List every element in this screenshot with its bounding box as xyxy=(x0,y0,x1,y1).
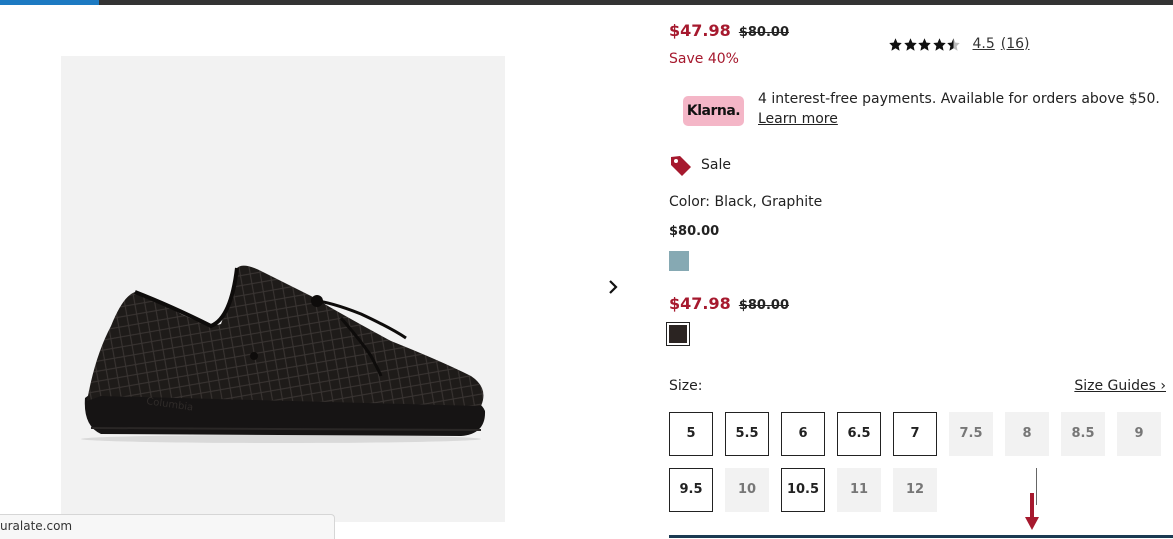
product-image-panel[interactable]: Columbia xyxy=(61,56,505,522)
star-icon xyxy=(889,37,902,51)
size-option[interactable]: 12 xyxy=(893,468,937,512)
variant-sale-price: $47.98 xyxy=(669,294,731,313)
size-option[interactable]: 7 xyxy=(893,412,937,456)
selected-color: Color: Black, Graphite xyxy=(669,194,823,210)
status-bar-url: uralate.com xyxy=(0,514,335,539)
half-star-icon xyxy=(947,37,960,51)
star-icon xyxy=(918,37,931,51)
price-block: $47.98 $80.00 xyxy=(669,21,789,40)
size-label: Size: xyxy=(669,378,703,394)
star-icon xyxy=(903,37,917,51)
variant-price: $80.00 xyxy=(669,224,720,239)
size-option[interactable]: 6.5 xyxy=(837,412,881,456)
size-guides-link[interactable]: Size Guides › xyxy=(1074,378,1166,394)
size-option[interactable]: 10 xyxy=(725,468,769,512)
size-option[interactable]: 10.5 xyxy=(781,468,825,512)
scroll-down-arrow-icon xyxy=(1025,493,1039,530)
sale-label: Sale xyxy=(701,157,731,173)
original-price: $80.00 xyxy=(738,25,790,40)
top-progress-accent xyxy=(0,0,99,5)
review-count-link[interactable]: (16) xyxy=(1001,36,1030,52)
klarna-logo: Klarna. xyxy=(683,96,744,126)
top-progress-bar xyxy=(0,0,1173,5)
size-option[interactable]: 9.5 xyxy=(669,468,713,512)
variant-sale-price-block: $47.98 $80.00 xyxy=(669,294,789,313)
size-option[interactable]: 8 xyxy=(1005,412,1049,456)
rating-value-link[interactable]: 4.5 xyxy=(973,36,995,52)
size-option[interactable]: 11 xyxy=(837,468,881,512)
size-option[interactable]: 6 xyxy=(781,412,825,456)
product-shoe-image: Columbia xyxy=(81,265,486,443)
klarna-message: 4 interest-free payments. Available for … xyxy=(758,91,1160,107)
star-icon xyxy=(932,37,946,51)
product-rating[interactable]: 4.5 (16) xyxy=(888,36,1030,52)
sale-price: $47.98 xyxy=(669,21,731,40)
size-option[interactable]: 7.5 xyxy=(949,412,993,456)
size-option[interactable]: 9 xyxy=(1117,412,1161,456)
size-option[interactable]: 8.5 xyxy=(1061,412,1105,456)
rating-stars xyxy=(888,37,961,52)
size-option[interactable]: 5.5 xyxy=(725,412,769,456)
color-swatch-black-selected[interactable] xyxy=(666,322,690,346)
variant-original-price: $80.00 xyxy=(738,298,790,313)
color-swatch-black xyxy=(669,325,687,343)
size-option[interactable]: 5 xyxy=(669,412,713,456)
save-percent: Save 40% xyxy=(669,51,739,67)
color-swatch-blue[interactable] xyxy=(669,251,689,271)
klarna-learn-more-link[interactable]: Learn more xyxy=(758,111,838,127)
carousel-next-icon[interactable] xyxy=(603,277,623,297)
price-tag-icon xyxy=(671,156,691,176)
